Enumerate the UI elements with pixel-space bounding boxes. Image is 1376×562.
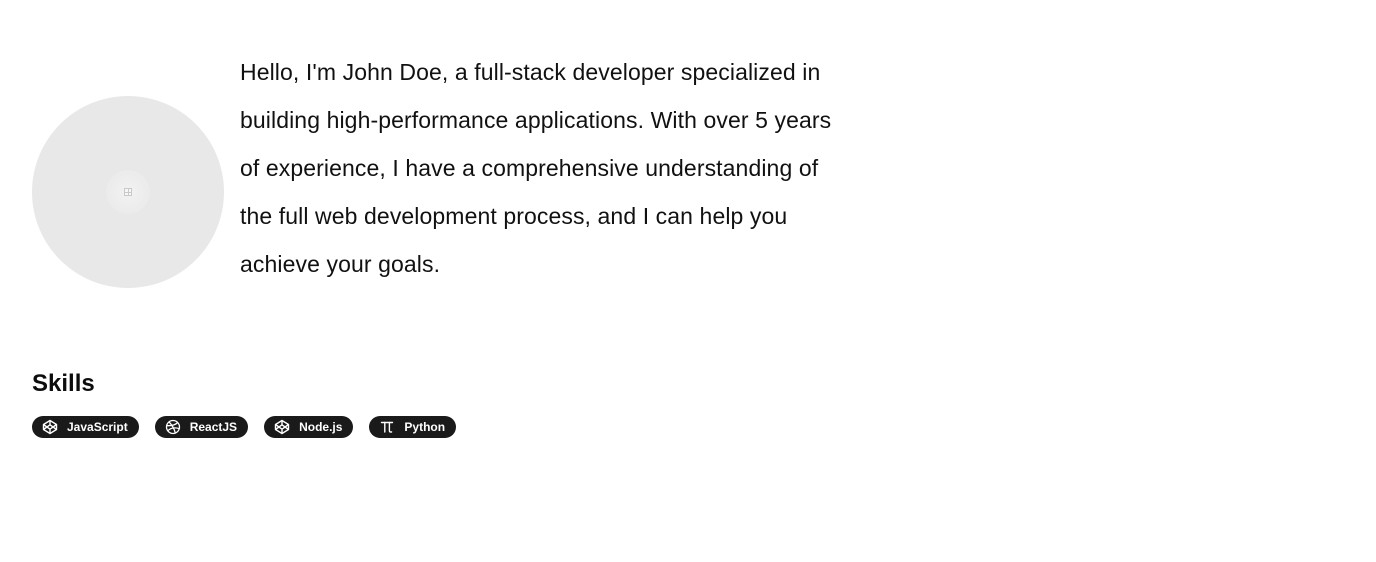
intro-section: Hello, I'm John Doe, a full-stack develo… xyxy=(32,48,840,288)
skills-list: JavaScript ReactJS Node.js Python xyxy=(32,416,457,438)
skill-label: JavaScript xyxy=(67,420,128,434)
skills-heading: Skills xyxy=(32,370,95,397)
skill-chip-nodejs: Node.js xyxy=(264,416,354,438)
page: Hello, I'm John Doe, a full-stack develo… xyxy=(0,0,1376,562)
skill-chip-python: Python xyxy=(369,416,457,438)
bio-text: Hello, I'm John Doe, a full-stack develo… xyxy=(240,59,832,277)
pi-icon xyxy=(379,419,395,435)
dribbble-icon xyxy=(165,419,181,435)
skill-chip-reactjs: ReactJS xyxy=(154,416,249,438)
skill-label: Python xyxy=(404,420,446,434)
skill-chip-javascript: JavaScript xyxy=(32,416,139,438)
skill-label: ReactJS xyxy=(189,420,238,434)
skill-label: Node.js xyxy=(299,420,343,434)
avatar xyxy=(32,96,224,288)
codepen-icon xyxy=(42,419,58,435)
image-placeholder-icon xyxy=(124,188,132,196)
codepen-icon xyxy=(274,419,290,435)
